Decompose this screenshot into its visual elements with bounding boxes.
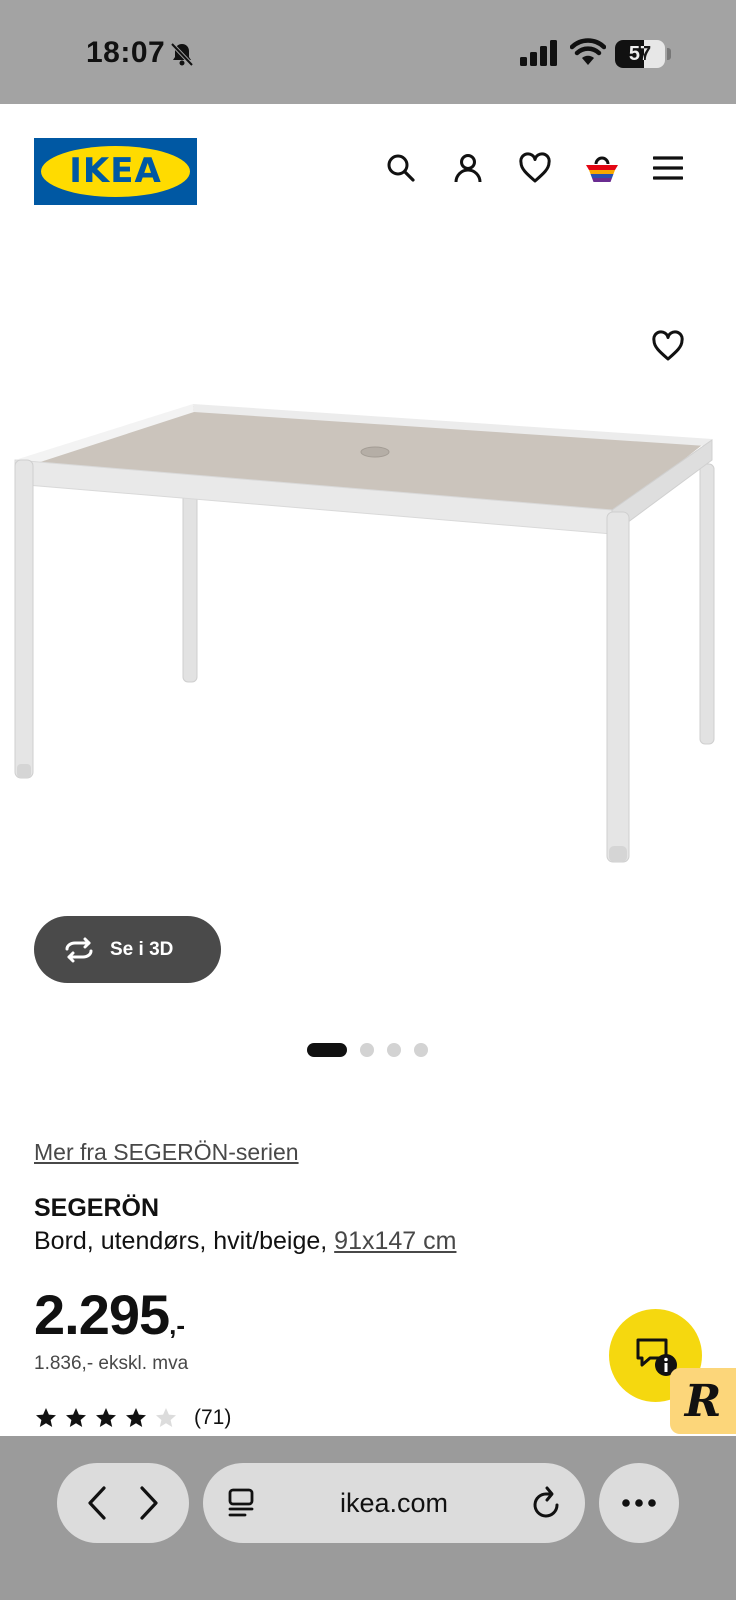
series-link[interactable]: Mer fra SEGERÖN-serien	[34, 1139, 299, 1166]
product-image[interactable]	[0, 234, 736, 994]
rotate-3d-icon	[65, 937, 93, 962]
product-size-link[interactable]: 91x147 cm	[334, 1227, 456, 1255]
ikea-logo[interactable]: IKEA	[34, 138, 197, 205]
wifi-icon	[570, 38, 606, 65]
price-ex-vat: 1.836,- ekskl. mva	[34, 1353, 189, 1374]
account-icon	[454, 154, 482, 183]
product-favorite-button[interactable]	[648, 326, 688, 366]
wishlist-button[interactable]	[515, 148, 555, 188]
product-description-text: Bord, utendørs, hvit/beige,	[34, 1227, 335, 1255]
product-rating[interactable]: (71)	[34, 1406, 231, 1430]
star-filled-icon	[36, 1408, 56, 1427]
menu-button[interactable]	[648, 148, 688, 188]
product-price: 2.295,-	[34, 1282, 185, 1347]
carousel-dots[interactable]	[307, 1043, 428, 1057]
cart-button[interactable]	[582, 148, 622, 188]
product-description: Bord, utendørs, hvit/beige, 91x147 cm	[34, 1227, 456, 1256]
nav-buttons	[57, 1463, 189, 1543]
carousel-dot[interactable]	[387, 1043, 401, 1057]
menu-icon	[653, 156, 683, 180]
status-bar: 18:07 57	[0, 0, 736, 104]
view-3d-label: Se i 3D	[110, 938, 174, 960]
bell-muted-icon	[170, 42, 194, 67]
reload-icon[interactable]	[531, 1485, 563, 1521]
star-filled-icon	[96, 1408, 116, 1427]
star-filled-icon	[126, 1408, 146, 1427]
star-filled-icon	[66, 1408, 86, 1427]
heart-icon	[519, 152, 551, 183]
price-suffix: ,-	[169, 1310, 186, 1340]
cart-icon	[586, 156, 618, 182]
product-name: SEGERÖN	[34, 1194, 160, 1222]
star-empty-icon	[156, 1408, 176, 1427]
carousel-dot[interactable]	[414, 1043, 428, 1057]
view-3d-button[interactable]: Se i 3D	[34, 916, 221, 983]
carousel-dot[interactable]	[360, 1043, 374, 1057]
battery-cap	[667, 48, 671, 60]
more-icon	[622, 1499, 656, 1507]
url-text: ikea.com	[339, 1488, 449, 1518]
heart-icon	[652, 330, 684, 361]
logo-text: IKEA	[69, 151, 162, 191]
more-button[interactable]	[599, 1463, 679, 1543]
rating-count: (71)	[194, 1406, 232, 1429]
rating-stars	[34, 1406, 184, 1430]
site-header: IKEA	[0, 104, 736, 234]
back-icon[interactable]	[85, 1485, 109, 1521]
signal-icon	[520, 40, 557, 66]
browser-toolbar: ikea.com	[0, 1436, 736, 1600]
account-button[interactable]	[448, 148, 488, 188]
status-time: 18:07	[86, 36, 166, 69]
battery-level: 57	[628, 43, 652, 65]
address-bar[interactable]: ikea.com	[203, 1463, 585, 1543]
forward-icon[interactable]	[137, 1485, 161, 1521]
extension-badge[interactable]: R	[670, 1368, 736, 1434]
search-button[interactable]	[381, 148, 421, 188]
battery-indicator: 57	[615, 40, 665, 68]
carousel-dot[interactable]	[307, 1043, 347, 1057]
price-main: 2.295	[34, 1283, 170, 1346]
table-illustration	[14, 404, 715, 863]
search-icon	[387, 154, 415, 182]
